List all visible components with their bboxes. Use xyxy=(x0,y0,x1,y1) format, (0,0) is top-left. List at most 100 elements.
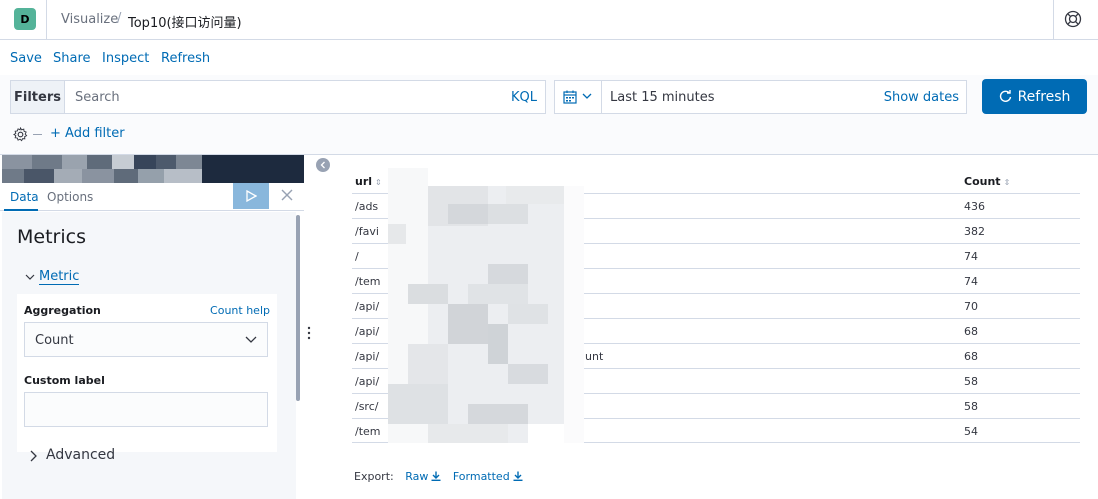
count-cell: 436 xyxy=(964,200,985,213)
aggregation-label: Aggregation xyxy=(24,304,101,317)
url-cell-suffix: unt xyxy=(585,350,604,363)
redacted-pixel xyxy=(2,169,24,183)
play-icon xyxy=(246,190,257,202)
editor-tabs: Data Options xyxy=(0,183,304,211)
redacted-pixel xyxy=(134,155,156,169)
show-dates-link[interactable]: Show dates xyxy=(884,90,959,105)
count-cell: 70 xyxy=(964,300,978,313)
tab-data[interactable]: Data xyxy=(10,190,39,204)
redacted-pixel xyxy=(24,169,54,183)
redacted-pixel xyxy=(114,169,138,183)
redacted-pixel xyxy=(138,169,164,183)
calendar-icon xyxy=(563,90,577,104)
redacted-pixel xyxy=(62,155,87,169)
refresh-icon xyxy=(999,90,1011,102)
aggregation-select[interactable]: Count xyxy=(24,322,268,357)
search-input[interactable] xyxy=(75,90,475,105)
chevron-down-icon xyxy=(25,274,35,280)
count-cell: 68 xyxy=(964,325,978,338)
custom-label-input[interactable] xyxy=(24,392,268,427)
url-cell: /ads xyxy=(355,200,379,213)
redacted-pixel xyxy=(112,155,134,169)
search-box[interactable]: KQL xyxy=(64,80,546,114)
top-header: D Visualize / Top10(接口访问量) xyxy=(0,0,1098,40)
export-formatted-link[interactable]: Formatted xyxy=(453,470,523,483)
count-cell: 382 xyxy=(964,225,985,238)
redacted-pixel xyxy=(164,169,202,183)
space-avatar[interactable]: D xyxy=(14,8,36,30)
query-bar: Filters KQL Last 15 minutes Show dates xyxy=(0,75,1098,155)
redacted-pixel xyxy=(32,155,62,169)
column-header-count[interactable]: Count ⇕ xyxy=(964,175,1010,188)
chevron-down-icon xyxy=(245,336,257,343)
column-header-url[interactable]: url ⇕ xyxy=(355,175,382,188)
aggregation-value: Count xyxy=(35,333,74,348)
breadcrumb-separator: / xyxy=(117,11,122,26)
chevron-down-icon xyxy=(582,93,592,99)
metrics-editor: Metrics Metric Aggregation Count help Co… xyxy=(2,212,296,499)
header-divider xyxy=(46,0,47,40)
custom-label-label: Custom label xyxy=(24,374,105,387)
sidebar-scrollbar[interactable] xyxy=(296,215,300,401)
url-cell: /api/ xyxy=(355,350,380,363)
count-cell: 58 xyxy=(964,375,978,388)
collapse-sidebar-button[interactable] xyxy=(316,158,330,172)
quick-menu-button[interactable] xyxy=(555,81,602,113)
export-label: Export: xyxy=(354,470,394,483)
save-link[interactable]: Save xyxy=(10,51,42,66)
url-cell: /tem xyxy=(355,425,381,438)
redacted-pixel xyxy=(176,155,202,169)
download-icon xyxy=(431,471,441,481)
export-raw-link[interactable]: Raw xyxy=(405,470,441,483)
chevron-right-icon xyxy=(30,450,37,462)
index-pattern-bar xyxy=(2,155,304,183)
url-cell: /api/ xyxy=(355,300,380,313)
count-cell: 74 xyxy=(964,275,978,288)
url-cell: /tem xyxy=(355,275,381,288)
count-cell: 58 xyxy=(964,400,978,413)
share-link[interactable]: Share xyxy=(53,51,91,66)
tab-options[interactable]: Options xyxy=(47,190,93,204)
redacted-pixel xyxy=(82,169,114,183)
metric-toggle-link[interactable]: Metric xyxy=(39,269,80,285)
breadcrumb-visualize[interactable]: Visualize xyxy=(61,12,118,27)
gear-icon[interactable] xyxy=(13,127,28,142)
header-divider-right xyxy=(1053,0,1054,40)
discard-close-icon[interactable] xyxy=(279,187,295,203)
kql-toggle[interactable]: KQL xyxy=(511,90,537,105)
active-tab-indicator xyxy=(4,209,38,211)
count-cell: 68 xyxy=(964,350,978,363)
breadcrumb-title: Top10(接口访问量) xyxy=(128,16,242,31)
metrics-title: Metrics xyxy=(17,226,86,248)
time-range-text[interactable]: Last 15 minutes xyxy=(610,90,715,105)
metric-card: Metric Aggregation Count help Count Cust… xyxy=(17,262,277,452)
advanced-toggle[interactable]: Advanced xyxy=(46,447,115,463)
editor-sidebar: Data Options Metrics Metric Aggregation … xyxy=(0,155,304,499)
chevron-left-icon xyxy=(320,161,325,169)
count-cell: 54 xyxy=(964,425,978,438)
url-cell: /src/ xyxy=(355,400,379,413)
sort-icon: ⇕ xyxy=(1003,178,1011,187)
metric-accordion-header[interactable]: Metric xyxy=(17,262,277,294)
export-row: Export: Raw Formatted xyxy=(354,470,523,483)
top-nav-menu: Save Share Inspect Refresh xyxy=(0,41,1098,75)
redaction-mosaic xyxy=(388,168,584,443)
apply-changes-button[interactable] xyxy=(233,183,269,209)
filters-label: Filters xyxy=(10,80,64,114)
refresh-link[interactable]: Refresh xyxy=(161,51,210,66)
add-filter-link[interactable]: + Add filter xyxy=(50,126,125,141)
refresh-button-label: Refresh xyxy=(1017,88,1071,105)
help-lifebuoy-icon[interactable] xyxy=(1064,10,1082,28)
resize-handle-icon[interactable] xyxy=(307,325,311,341)
date-picker[interactable]: Last 15 minutes Show dates xyxy=(554,80,967,114)
inspect-link[interactable]: Inspect xyxy=(102,51,149,66)
refresh-button[interactable]: Refresh xyxy=(982,79,1087,114)
url-cell: /api/ xyxy=(355,325,380,338)
sort-icon: ⇕ xyxy=(375,178,382,187)
redacted-pixel xyxy=(54,169,82,183)
url-cell: / xyxy=(355,250,359,263)
url-cell: /api/ xyxy=(355,375,380,388)
count-help-link[interactable]: Count help xyxy=(210,304,270,317)
redacted-pixel xyxy=(156,155,176,169)
filter-divider xyxy=(33,134,42,135)
